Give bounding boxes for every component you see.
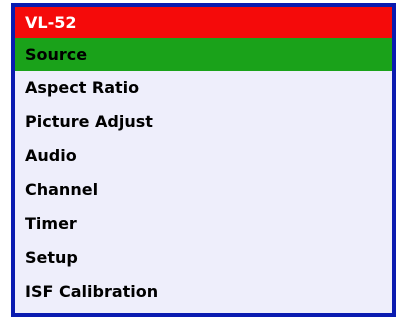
menu-item-timer[interactable]: Timer bbox=[15, 207, 392, 241]
menu-title: VL-52 bbox=[15, 7, 392, 38]
menu-item-picture-adjust[interactable]: Picture Adjust bbox=[15, 105, 392, 139]
menu-item-setup[interactable]: Setup bbox=[15, 241, 392, 275]
menu-item-source[interactable]: Source bbox=[15, 38, 392, 71]
menu-item-isf-calibration[interactable]: ISF Calibration bbox=[15, 275, 392, 309]
menu-item-audio[interactable]: Audio bbox=[15, 139, 392, 173]
osd-menu: VL-52 Source Aspect Ratio Picture Adjust… bbox=[11, 3, 396, 317]
menu-item-aspect-ratio[interactable]: Aspect Ratio bbox=[15, 71, 392, 105]
menu-list: Source Aspect Ratio Picture Adjust Audio… bbox=[15, 38, 392, 309]
menu-item-channel[interactable]: Channel bbox=[15, 173, 392, 207]
